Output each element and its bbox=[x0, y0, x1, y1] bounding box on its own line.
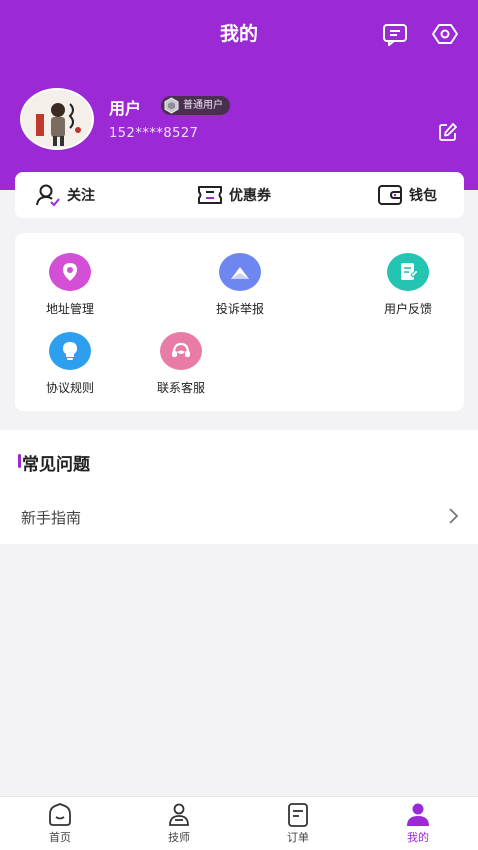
quick-actions-card: 关注 优惠券 钱包 bbox=[15, 172, 464, 218]
faq-section: 常见问题 新手指南 bbox=[0, 430, 478, 544]
service-label: 投诉举报 bbox=[215, 302, 264, 316]
envelope-icon bbox=[231, 267, 249, 279]
service-label: 协议规则 bbox=[45, 381, 94, 395]
technician-icon bbox=[169, 803, 189, 826]
profile-header: 我的 用户 普通用户 152****8527 bbox=[0, 0, 478, 190]
wallet-icon bbox=[378, 185, 402, 205]
wallet-button[interactable]: 钱包 bbox=[377, 172, 437, 218]
avatar[interactable] bbox=[20, 88, 94, 150]
tab-label: 首页 bbox=[49, 831, 71, 844]
page-title: 我的 bbox=[219, 23, 258, 45]
service-label: 地址管理 bbox=[45, 302, 94, 316]
user-phone: 152****8527 bbox=[109, 126, 199, 141]
service-user-feedback[interactable]: 用户反馈 bbox=[353, 253, 463, 317]
message-icon[interactable] bbox=[382, 22, 408, 48]
section-accent-bar bbox=[18, 454, 21, 468]
tab-orders[interactable]: 订单 bbox=[268, 802, 328, 845]
lightbulb-icon bbox=[63, 342, 77, 360]
user-name: 用户 bbox=[109, 99, 142, 118]
faq-title: 常见问题 bbox=[22, 455, 90, 475]
service-label: 联系客服 bbox=[156, 381, 205, 395]
tab-technician[interactable]: 技师 bbox=[149, 802, 209, 845]
tab-home[interactable]: 首页 bbox=[30, 802, 90, 845]
services-card: 地址管理 投诉举报 用户反馈 协议规则 联系客服 bbox=[15, 233, 464, 411]
edit-icon[interactable] bbox=[438, 122, 458, 142]
coupon-label: 优惠券 bbox=[229, 188, 271, 204]
profile-icon bbox=[407, 803, 429, 826]
tab-label: 订单 bbox=[287, 831, 309, 844]
level-gem-icon bbox=[163, 97, 180, 114]
follow-user-icon bbox=[36, 184, 60, 207]
top-bar: 我的 bbox=[0, 18, 478, 50]
settings-icon[interactable] bbox=[432, 22, 458, 46]
wallet-label: 钱包 bbox=[409, 188, 437, 204]
faq-item-beginner-guide[interactable]: 新手指南 bbox=[21, 507, 81, 528]
location-pin-icon bbox=[63, 263, 77, 281]
service-agreement-rules[interactable]: 协议规则 bbox=[15, 332, 125, 396]
tab-label: 我的 bbox=[407, 831, 429, 844]
service-complaint-report[interactable]: 投诉举报 bbox=[185, 253, 295, 317]
bottom-tab-bar: 首页 技师 订单 我的 bbox=[0, 796, 478, 850]
member-level-badge: 普通用户 bbox=[161, 96, 230, 115]
tab-label: 技师 bbox=[168, 831, 190, 844]
tab-mine[interactable]: 我的 bbox=[388, 802, 448, 845]
headset-icon bbox=[172, 342, 190, 357]
service-label: 用户反馈 bbox=[383, 302, 432, 316]
service-contact-support[interactable]: 联系客服 bbox=[126, 332, 236, 396]
coupon-button[interactable]: 优惠券 bbox=[197, 172, 271, 218]
member-level-label: 普通用户 bbox=[183, 100, 223, 111]
service-address-management[interactable]: 地址管理 bbox=[15, 253, 125, 317]
follow-label: 关注 bbox=[67, 188, 95, 204]
home-icon bbox=[49, 803, 71, 826]
chevron-right-icon[interactable] bbox=[446, 506, 460, 526]
follow-button[interactable]: 关注 bbox=[35, 172, 95, 218]
order-icon bbox=[288, 803, 308, 827]
document-icon bbox=[401, 263, 419, 280]
coupon-icon bbox=[198, 186, 222, 204]
